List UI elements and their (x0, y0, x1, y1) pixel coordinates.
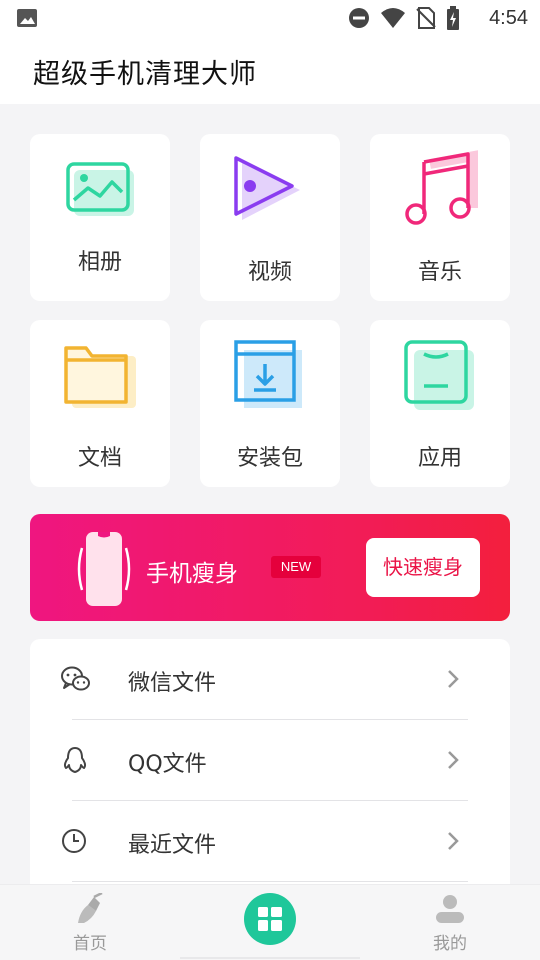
tile-photo-album[interactable]: 相册 (30, 134, 170, 301)
app-box-icon (404, 340, 474, 410)
status-bar: 4:54 (0, 0, 540, 36)
qq-penguin-icon (63, 747, 87, 773)
tile-install-package[interactable]: 安装包 (200, 320, 340, 487)
nav-label: 我的 (433, 934, 467, 954)
clock-time: 4:54 (489, 7, 528, 29)
gallery-icon (17, 9, 37, 27)
tile-documents[interactable]: 文档 (30, 320, 170, 487)
clock-icon (62, 829, 86, 853)
tile-apps[interactable]: 应用 (370, 320, 510, 487)
phone-slim-icon (77, 532, 131, 606)
tile-video[interactable]: 视频 (200, 134, 340, 301)
quick-slim-button[interactable]: 快速瘦身 (366, 538, 480, 597)
chevron-right-icon (448, 832, 459, 850)
nav-item-home[interactable]: 首页 (40, 885, 140, 960)
tile-music[interactable]: 音乐 (370, 134, 510, 301)
wifi-icon (381, 8, 405, 28)
app-header: 超级手机清理大师 (0, 36, 540, 104)
file-list-card: 微信文件 QQ文件 最近文件 (30, 639, 510, 899)
no-sim-icon (416, 7, 436, 29)
new-badge: NEW (271, 556, 321, 578)
tile-label: 应用 (417, 446, 462, 471)
do-not-disturb-icon (349, 8, 369, 28)
package-box-icon (234, 340, 302, 408)
chevron-right-icon (448, 670, 459, 688)
chevron-right-icon (448, 751, 459, 769)
row-label: 微信文件 (128, 671, 217, 696)
nav-label: 首页 (73, 934, 107, 954)
tile-label: 文档 (77, 446, 122, 471)
broom-icon (78, 893, 103, 923)
user-profile-icon (436, 895, 464, 923)
nav-center-underline (180, 957, 360, 959)
tile-label: 视频 (247, 260, 292, 285)
music-note-icon (405, 150, 478, 225)
row-label: 最近文件 (128, 833, 217, 858)
wechat-icon (61, 666, 90, 691)
tile-label: 音乐 (417, 260, 462, 285)
battery-charging-icon (447, 6, 459, 30)
phone-slim-banner[interactable]: 手机瘦身 NEW 快速瘦身 (30, 514, 510, 621)
photo-album-icon (66, 162, 134, 216)
divider (72, 881, 468, 882)
list-item-recent-files[interactable]: 最近文件 (30, 801, 510, 881)
bottom-nav: 首页 我的 (0, 884, 540, 960)
grid-apps-icon (258, 907, 282, 931)
row-label: QQ文件 (128, 752, 207, 777)
tile-label: 安装包 (236, 446, 303, 471)
folder-icon (64, 346, 136, 408)
nav-item-profile[interactable]: 我的 (400, 885, 500, 960)
nav-item-center-apps[interactable] (244, 893, 296, 945)
video-play-icon (234, 156, 300, 220)
system-icons (348, 6, 460, 30)
list-item-qq-files[interactable]: QQ文件 (30, 720, 510, 800)
page-title: 超级手机清理大师 (33, 59, 257, 90)
list-item-wechat-files[interactable]: 微信文件 (30, 639, 510, 719)
banner-title: 手机瘦身 (146, 561, 238, 587)
tile-label: 相册 (77, 250, 122, 275)
